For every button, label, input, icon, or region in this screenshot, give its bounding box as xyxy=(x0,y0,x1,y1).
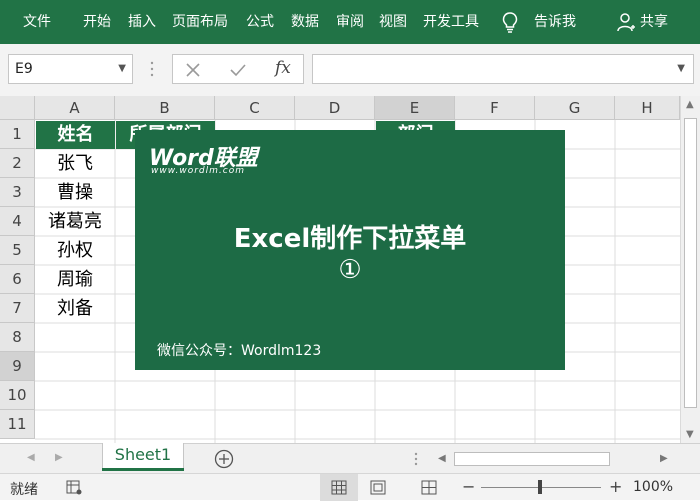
horizontal-scrollbar[interactable]: ◀ ▶ xyxy=(434,450,674,468)
ribbon-tab-bar: 文件 开始 插入 页面布局 公式 数据 审阅 视图 开发工具 告诉我 共享 xyxy=(0,0,700,44)
tab-view[interactable]: 视图 xyxy=(379,11,407,31)
cell-a5[interactable]: 孙权 xyxy=(35,236,115,265)
row-header-10[interactable]: 10 xyxy=(0,381,35,410)
banner-title: Excel制作下拉菜单 xyxy=(233,224,467,254)
formula-input[interactable]: ▼ xyxy=(312,54,694,84)
column-header-a[interactable]: A xyxy=(35,96,115,120)
formula-bar: E9 ▼ fx ▼ xyxy=(0,44,700,96)
tab-home[interactable]: 开始 xyxy=(83,11,111,31)
scroll-right-icon[interactable]: ▶ xyxy=(660,453,668,464)
check-icon[interactable] xyxy=(230,63,246,77)
zoom-in-icon[interactable]: + xyxy=(609,477,622,496)
logo-url: www.wordlm.com xyxy=(151,166,245,176)
column-header-d[interactable]: D xyxy=(295,96,375,120)
row-header-2[interactable]: 2 xyxy=(0,149,35,178)
page-layout-icon[interactable] xyxy=(370,480,386,495)
add-sheet-icon[interactable] xyxy=(214,449,234,469)
zoom-out-icon[interactable]: − xyxy=(462,477,475,496)
row-header-5[interactable]: 5 xyxy=(0,236,35,265)
row-header-3[interactable]: 3 xyxy=(0,178,35,207)
tell-me-search[interactable]: 告诉我 xyxy=(534,11,576,31)
row-header-1[interactable]: 1 xyxy=(0,120,35,149)
zoom-level[interactable]: 100% xyxy=(633,479,673,495)
promo-banner: Word联盟 www.wordlm.com Excel制作下拉菜单 ① 微信公众… xyxy=(135,130,565,370)
row-header-11[interactable]: 11 xyxy=(0,410,35,439)
row-header-9[interactable]: 9 xyxy=(0,352,35,381)
column-header-c[interactable]: C xyxy=(215,96,295,120)
vertical-scrollbar[interactable]: ▲ ▼ xyxy=(680,96,700,443)
page-break-preview-icon[interactable] xyxy=(421,480,437,495)
expand-formula-icon[interactable]: ▼ xyxy=(677,63,685,74)
lightbulb-icon[interactable] xyxy=(501,11,519,33)
status-bar: 就绪 − + 100% xyxy=(0,473,700,501)
sheet-tab-sheet1[interactable]: Sheet1 xyxy=(102,443,184,470)
row-header-8[interactable]: 8 xyxy=(0,323,35,352)
column-header-f[interactable]: F xyxy=(455,96,535,120)
share-button[interactable]: 共享 xyxy=(640,11,668,31)
tab-data[interactable]: 数据 xyxy=(291,11,319,31)
grid-view-icon xyxy=(331,480,347,495)
normal-view-button[interactable] xyxy=(320,474,358,501)
formula-buttons: fx xyxy=(172,54,304,84)
sheet-tab-bar: ◀ ▶ Sheet1 ◀ ▶ xyxy=(0,443,700,473)
cell-a6[interactable]: 周瑜 xyxy=(35,265,115,294)
drag-handle-icon[interactable] xyxy=(414,451,418,467)
status-ready: 就绪 xyxy=(10,482,38,498)
chevron-down-icon[interactable]: ▼ xyxy=(118,63,126,74)
name-box-value: E9 xyxy=(15,61,33,77)
column-header-b[interactable]: B xyxy=(115,96,215,120)
cell-a1[interactable]: 姓名 xyxy=(36,121,115,149)
banner-footer: 微信公众号：Wordlm123 xyxy=(157,343,322,359)
cell-a3[interactable]: 曹操 xyxy=(35,178,115,207)
tab-insert[interactable]: 插入 xyxy=(128,11,156,31)
name-box[interactable]: E9 ▼ xyxy=(8,54,133,84)
person-icon xyxy=(617,13,635,32)
vertical-scroll-thumb[interactable] xyxy=(684,118,697,408)
zoom-slider-thumb[interactable] xyxy=(538,480,542,494)
tab-file[interactable]: 文件 xyxy=(23,11,51,31)
tab-page-layout[interactable]: 页面布局 xyxy=(172,11,228,31)
banner-number: ① xyxy=(338,255,362,285)
macro-record-icon[interactable] xyxy=(66,480,82,495)
cell-a2[interactable]: 张飞 xyxy=(35,149,115,178)
column-header-g[interactable]: G xyxy=(535,96,615,120)
active-sheet-indicator xyxy=(102,468,184,471)
horizontal-scroll-thumb[interactable] xyxy=(454,452,610,466)
tab-developer[interactable]: 开发工具 xyxy=(423,11,479,31)
scroll-left-icon[interactable]: ◀ xyxy=(438,453,446,464)
x-icon[interactable] xyxy=(186,63,200,77)
insert-function-button[interactable]: fx xyxy=(275,58,291,78)
row-header-6[interactable]: 6 xyxy=(0,265,35,294)
sheet-nav-prev-icon[interactable]: ◀ xyxy=(27,452,35,463)
cell-a4[interactable]: 诸葛亮 xyxy=(35,207,115,236)
drag-handle-icon[interactable] xyxy=(150,60,154,78)
scroll-down-icon[interactable]: ▼ xyxy=(686,429,694,440)
cell-a7[interactable]: 刘备 xyxy=(35,294,115,323)
column-header-h[interactable]: H xyxy=(615,96,680,120)
select-all-corner[interactable] xyxy=(0,96,35,120)
column-header-e[interactable]: E xyxy=(375,96,455,120)
sheet-nav-next-icon[interactable]: ▶ xyxy=(55,452,63,463)
tab-formulas[interactable]: 公式 xyxy=(246,11,274,31)
row-header-7[interactable]: 7 xyxy=(0,294,35,323)
row-header-4[interactable]: 4 xyxy=(0,207,35,236)
tab-review[interactable]: 审阅 xyxy=(336,11,364,31)
scroll-up-icon[interactable]: ▲ xyxy=(686,99,694,110)
